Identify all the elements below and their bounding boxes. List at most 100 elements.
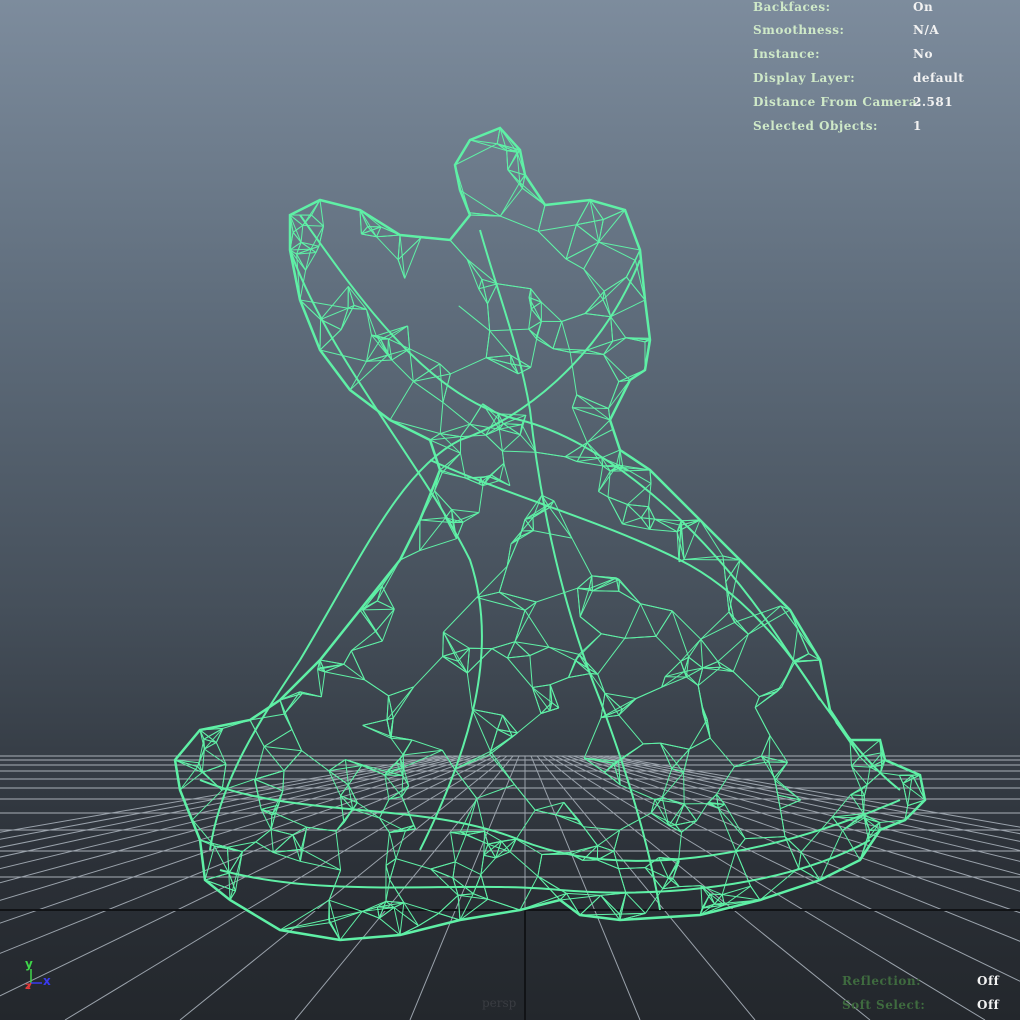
mesh-edge [499,182,521,217]
mesh-edge [700,638,719,662]
mesh-edge [648,506,651,530]
mesh-edge [618,579,620,592]
mesh-edge [384,774,403,797]
mesh-edge [300,860,341,871]
mesh-edge [487,303,491,331]
mesh-edge [644,299,650,339]
mesh-edge [831,794,852,818]
mesh-edge [509,838,517,852]
mesh-edge [458,305,491,332]
mesh-edge [709,737,735,768]
hud-value: default [913,71,965,85]
mesh-edge [272,834,294,853]
mesh-edge [608,408,611,421]
mesh-edge [851,765,868,786]
mesh-edge [643,742,661,745]
mesh-edge [529,646,550,656]
mesh-edge [375,631,383,642]
mesh-edge [597,859,619,870]
mesh-edge [798,867,821,881]
mesh-edge [615,577,641,605]
mesh-edge [574,633,602,661]
mesh-edge [671,610,702,640]
mesh-edge [507,655,530,659]
mesh-edge [732,634,749,672]
mesh-edge [476,784,515,799]
mesh-edge [452,861,456,878]
mesh-edge [439,402,444,434]
mesh-edge [850,789,862,796]
mesh-edge [351,640,383,652]
mesh-edge [649,518,656,530]
mesh-edge [349,389,391,421]
mesh-edge [552,321,563,349]
mesh-edge [199,839,206,881]
hud-row-reflection: Reflection: [842,974,921,988]
mesh-edge [376,559,401,602]
wireframe-mesh[interactable] [173,126,927,942]
mesh-edge [362,608,395,611]
mesh-edge [621,504,628,525]
mesh-edge [481,279,488,304]
mesh-edge [797,628,821,661]
mesh-edge [439,363,451,375]
mesh-edge [565,224,577,260]
mesh-edge [442,632,444,657]
mesh-edge [455,861,482,876]
mesh-edge [697,685,704,708]
hud-label: Smoothness: [753,23,845,37]
mesh-edge [419,517,446,551]
mesh-edge [381,559,401,587]
mesh-edge [478,485,484,513]
axis-z-label: z [25,981,31,992]
mesh-edge [385,879,391,902]
mesh-edge [537,204,546,232]
mesh-edge [584,299,604,314]
mesh-edge [253,779,262,810]
mesh-edge [549,507,573,539]
mesh-edge [684,559,741,561]
mesh-edge [728,611,749,635]
axis-gizmo: y x z [22,955,62,995]
mesh-edge [627,504,642,519]
mesh-edge [283,750,303,772]
mesh-edge [528,328,537,340]
mesh-edge [483,831,485,856]
hud-value-smoothness: N/A [913,23,939,37]
mesh-edge [273,852,301,862]
mesh-edge [442,373,451,403]
mesh-edge [385,865,391,881]
perspective-viewport[interactable] [0,0,1020,1020]
mesh-edge [641,517,655,520]
mesh-edge [624,603,641,639]
mesh-edge [597,674,606,694]
mesh-edge [385,900,404,904]
mesh-edge [319,199,324,227]
mesh-edge [498,429,503,452]
mesh-edge [724,804,746,839]
mesh-edge [607,496,623,525]
mesh-edge [491,641,516,650]
mesh-edge [696,803,708,822]
mesh-edge [722,894,761,901]
mesh-edge [717,803,725,809]
mesh-edge [851,765,871,768]
mesh-edge [359,209,382,228]
mesh-edge [279,699,285,715]
axis-x-label: x [43,974,51,988]
mesh-edge [700,621,735,640]
mesh-edge [385,832,390,866]
mesh-edge [671,610,690,658]
mesh-edge [255,829,272,843]
mesh-edge [502,434,521,452]
mesh-edge [440,423,471,435]
mesh-edge [362,724,392,739]
hud-value-display-layer: default [913,71,964,85]
mesh-edge [522,187,546,206]
mesh-edge [292,834,302,850]
mesh-edge [249,719,265,747]
mesh-edge [381,609,395,642]
mesh-edge [507,152,518,171]
mesh-edge [359,609,376,632]
mesh-edge [784,836,800,869]
